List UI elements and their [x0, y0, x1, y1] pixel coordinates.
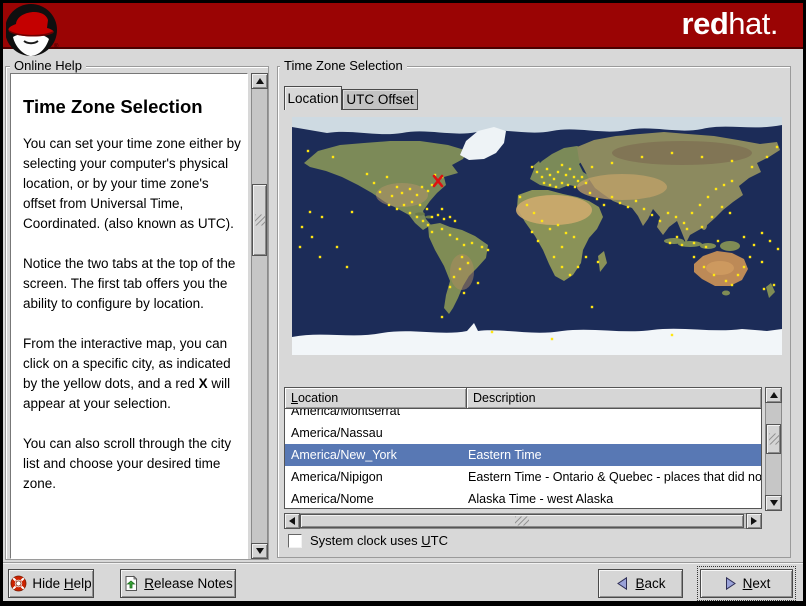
description-header-label: Description	[473, 391, 536, 405]
next-arrow-icon	[725, 576, 736, 591]
thumb-grip-icon	[515, 516, 529, 526]
release-notes-rest: elease Notes	[153, 576, 233, 591]
release-notes-button[interactable]: Release Notes	[120, 569, 236, 598]
release-notes-icon	[125, 575, 138, 591]
footer-divider	[3, 562, 803, 564]
hide-help-mnemonic: H	[63, 576, 74, 591]
timezone-frame-label: Time Zone Selection	[280, 58, 407, 74]
timezone-selection-frame: Time Zone Selection Location UTC Offset	[277, 58, 791, 558]
wordmark-red: red	[681, 6, 729, 41]
cell-description: Eastern Time	[468, 448, 542, 462]
back-mnemonic: B	[635, 576, 645, 591]
list-item-montserrat[interactable]: America/Montserrat	[285, 409, 761, 422]
list-scroll-left-button[interactable]	[284, 513, 300, 529]
redhat-wordmark: redhat.	[681, 6, 779, 42]
next-rest: ext	[752, 576, 771, 591]
thumb-grip-icon	[768, 433, 779, 445]
back-button[interactable]: Back	[598, 569, 683, 598]
location-header-mnemonic: L	[291, 391, 298, 405]
cell-description: Alaska Time - west Alaska	[468, 492, 614, 506]
tab-utc-offset[interactable]: UTC Offset	[342, 89, 418, 110]
help-scrollbar[interactable]	[251, 73, 268, 559]
help-text-panel: Time Zone Selection You can set your tim…	[10, 73, 248, 559]
life-preserver-icon	[10, 575, 27, 592]
world-map[interactable]	[292, 117, 782, 355]
online-help-frame: Online Help Time Zone Selection You can …	[5, 58, 269, 560]
help-title: Time Zone Selection	[23, 96, 203, 117]
list-item-nome[interactable]: America/Nome Alaska Time - west Alaska	[285, 488, 761, 508]
arrow-up-icon	[255, 78, 264, 84]
column-header-description[interactable]: Description	[466, 387, 762, 409]
tab-location[interactable]: Location	[284, 86, 342, 110]
arrow-left-icon	[289, 517, 295, 525]
location-header-rest: ocation	[297, 391, 339, 405]
help-paragraph-4: You can also scroll through the city lis…	[23, 436, 232, 491]
arrow-right-icon	[751, 517, 757, 525]
arrow-up-icon	[769, 392, 778, 398]
list-item-nassau[interactable]: America/Nassau	[285, 422, 761, 444]
help-paragraph-2: Notice the two tabs at the top of the sc…	[23, 256, 236, 311]
release-notes-mnemonic: R	[144, 576, 154, 591]
list-item-new-york-selected[interactable]: America/New_York Eastern Time	[285, 444, 761, 466]
list-vscrollbar-thumb[interactable]	[766, 424, 781, 454]
online-help-frame-label: Online Help	[10, 58, 86, 74]
wordmark-period: .	[769, 6, 779, 41]
help-scrollbar-thumb[interactable]	[252, 184, 267, 256]
help-paragraph-3-x: X	[198, 376, 208, 391]
cell-location: America/Nassau	[291, 426, 383, 440]
svg-text:®: ®	[54, 43, 59, 50]
list-scroll-right-button[interactable]	[746, 513, 762, 529]
help-paragraph-1: You can set your time zone either by sel…	[23, 136, 241, 231]
redhat-shadowman-icon: ®	[6, 4, 59, 56]
next-mnemonic: N	[742, 576, 753, 591]
arrow-down-icon	[769, 500, 778, 506]
back-arrow-icon	[617, 576, 628, 591]
list-item-nipigon[interactable]: America/Nipigon Eastern Time - Ontario &…	[285, 466, 761, 488]
utc-label-rest: TC	[430, 533, 448, 548]
cell-location: America/New_York	[291, 448, 397, 462]
hide-help-pre: Hide	[32, 576, 64, 591]
cell-location: America/Montserrat	[291, 409, 401, 418]
cell-location: America/Nome	[291, 492, 374, 506]
help-paragraph-3: From the interactive map, you can click …	[23, 334, 241, 414]
list-horizontal-scrollbar[interactable]	[284, 513, 762, 529]
list-scroll-up-button[interactable]	[765, 387, 782, 403]
hide-help-button[interactable]: Hide Help	[8, 569, 94, 598]
timezone-list[interactable]: America/Montserrat America/Nassau Americ…	[284, 409, 762, 509]
list-vertical-scrollbar[interactable]	[765, 387, 782, 511]
next-button[interactable]: Next	[697, 566, 796, 601]
column-header-location[interactable]: Location	[284, 387, 467, 409]
back-rest: ack	[644, 576, 666, 591]
cell-location: America/Nipigon	[291, 470, 383, 484]
installer-window: ® redhat. Online Help Time Zone Selectio…	[0, 0, 806, 606]
utc-label-mnemonic: U	[421, 533, 431, 548]
list-hscrollbar-thumb[interactable]	[300, 514, 744, 528]
arrow-down-icon	[255, 548, 264, 554]
hide-help-rest: elp	[73, 576, 92, 591]
help-scroll-down-button[interactable]	[251, 543, 268, 559]
utc-checkbox[interactable]	[288, 533, 302, 548]
cell-description: Eastern Time - Ontario & Quebec - places…	[468, 470, 761, 484]
utc-checkbox-label[interactable]: System clock uses UTC	[310, 533, 448, 548]
thumb-grip-icon	[254, 214, 265, 226]
system-clock-utc-option: System clock uses UTC	[288, 533, 448, 548]
list-scroll-down-button[interactable]	[765, 495, 782, 511]
utc-label-pre: System clock uses	[310, 533, 422, 548]
wordmark-hat: hat	[728, 6, 770, 41]
help-scroll-up-button[interactable]	[251, 73, 268, 89]
